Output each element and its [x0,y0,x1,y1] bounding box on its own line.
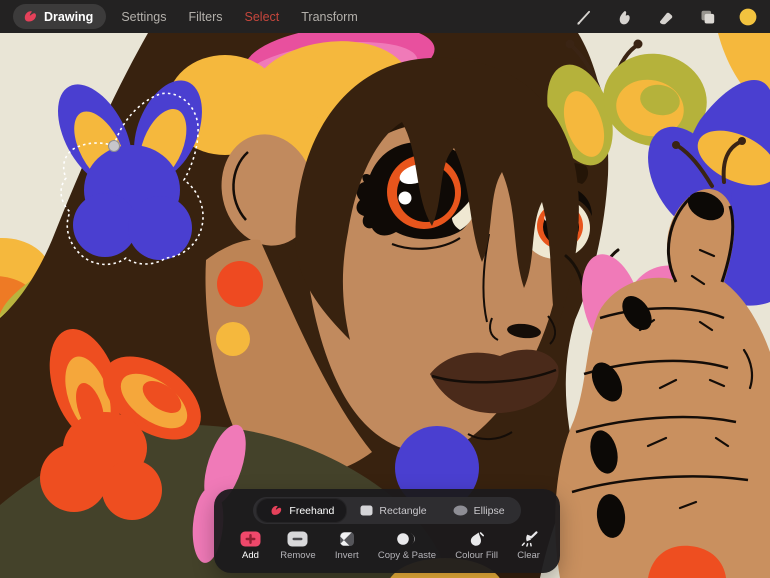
mode-ellipse[interactable]: Ellipse [440,499,518,522]
top-toolbar: Drawing Settings Filters Select Transfor… [0,0,770,33]
top-tools [574,7,757,26]
eraser-icon[interactable] [656,7,675,26]
action-colour-fill-label: Colour Fill [455,551,498,561]
selection-toolbar: Freehand Rectangle Ellipse [214,489,560,573]
mode-freehand-label: Freehand [289,505,334,517]
action-add-label: Add [242,551,259,561]
ellipse-icon [453,505,468,516]
selection-actions-row: Add Remove Invert [214,524,560,573]
mode-rectangle[interactable]: Rectangle [347,499,439,522]
selection-start-handle[interactable] [109,141,120,152]
action-remove[interactable]: Remove [280,531,315,561]
action-remove-label: Remove [280,551,315,561]
gallery-button[interactable]: Drawing [13,4,106,29]
rectangle-icon [360,505,373,516]
action-invert-label: Invert [335,551,359,561]
color-swatch[interactable] [738,7,757,26]
main-menu: Settings Filters Select Transform [121,10,357,24]
layers-icon[interactable] [697,7,716,26]
selection-mode-row: Freehand Rectangle Ellipse [253,497,520,524]
invert-square-icon [339,531,355,547]
copy-paste-circles-icon [396,531,418,547]
procreate-app: Drawing Settings Filters Select Transfor… [0,0,770,578]
menu-settings[interactable]: Settings [121,10,166,24]
action-colour-fill[interactable]: Colour Fill [455,531,498,561]
paint-brush-icon[interactable] [574,7,593,26]
freehand-squiggle-icon [269,504,283,517]
procreate-logo-icon [22,9,38,24]
action-clear[interactable]: Clear [517,531,540,561]
action-clear-label: Clear [517,551,540,561]
action-add[interactable]: Add [240,531,261,561]
plus-badge-icon [240,531,261,547]
paint-drop-icon [468,531,485,547]
action-copy-paste[interactable]: Copy & Paste [378,531,436,561]
minus-badge-icon [287,531,308,547]
menu-filters[interactable]: Filters [188,10,222,24]
mode-rectangle-label: Rectangle [379,505,426,517]
sweep-brush-icon [520,531,538,547]
menu-transform[interactable]: Transform [301,10,358,24]
mode-freehand[interactable]: Freehand [256,498,347,523]
menu-select[interactable]: Select [245,10,280,24]
action-copy-paste-label: Copy & Paste [378,551,436,561]
mode-ellipse-label: Ellipse [474,505,505,517]
gallery-label: Drawing [44,10,93,24]
smudge-icon[interactable] [615,7,634,26]
action-invert[interactable]: Invert [335,531,359,561]
